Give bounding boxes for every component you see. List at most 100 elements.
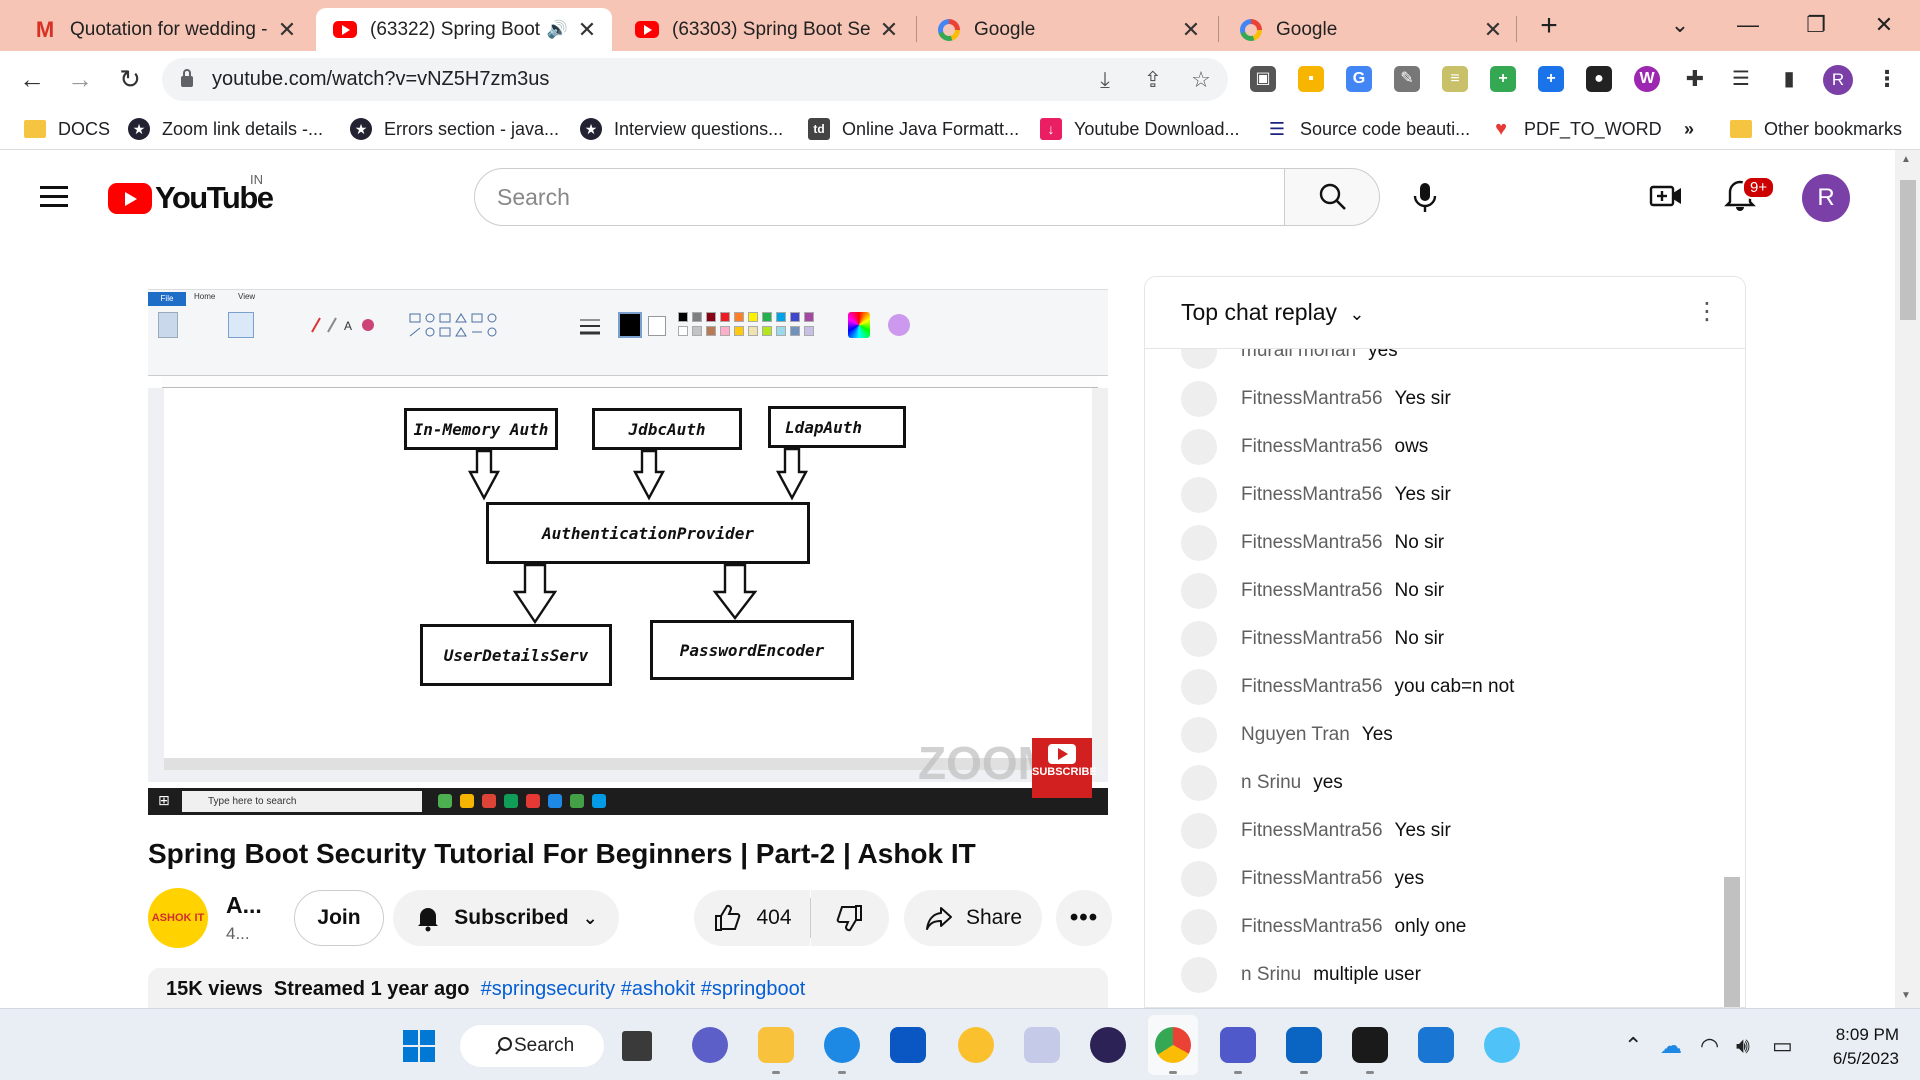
join-button[interactable]: Join [294, 890, 384, 946]
windows-start-icon[interactable] [402, 1029, 436, 1063]
snipping-tool-icon[interactable] [1024, 1027, 1060, 1063]
chat-author-avatar[interactable] [1181, 717, 1217, 753]
chat-author-avatar[interactable] [1181, 525, 1217, 561]
new-tab-button[interactable]: + [1530, 10, 1568, 44]
reload-button[interactable]: ↻ [112, 61, 148, 97]
battery-icon[interactable]: ▭ [1772, 1033, 1793, 1059]
chrome-icon[interactable] [1155, 1027, 1191, 1074]
close-tab-icon[interactable]: ✕ [1180, 17, 1202, 43]
bookmark-errors-section[interactable]: ★ Errors section - java... [350, 115, 559, 143]
close-tab-icon[interactable]: ✕ [878, 17, 900, 43]
bookmark-zoom-link[interactable]: ★ Zoom link details -... [128, 115, 323, 143]
more-actions-button[interactable]: ••• [1056, 890, 1112, 946]
bookmarks-overflow-button[interactable]: » [1684, 115, 1694, 143]
extensions-puzzle-icon[interactable]: ✚ [1682, 66, 1708, 92]
close-tab-icon[interactable]: ✕ [276, 17, 298, 43]
extension-icon[interactable]: ▪ [1298, 66, 1324, 92]
paint-icon[interactable] [1484, 1027, 1520, 1063]
onedrive-cloud-icon[interactable]: ☁ [1660, 1033, 1682, 1059]
scroll-up-arrow-icon[interactable]: ▲ [1901, 154, 1911, 165]
chat-author-avatar[interactable] [1181, 477, 1217, 513]
bookmark-youtube-download[interactable]: ↓ Youtube Download... [1040, 115, 1239, 143]
chat-message[interactable]: FitnessMantra56 ows [1181, 427, 1428, 467]
taskbar-search-button[interactable]: Search [460, 1025, 604, 1067]
chat-message[interactable]: n Srinu multiple user [1181, 955, 1421, 995]
extension-icon[interactable]: ≡ [1442, 66, 1468, 92]
speaker-icon[interactable]: 🔊 [547, 20, 568, 40]
youtube-logo[interactable]: YouTube IN [108, 172, 274, 216]
chat-message[interactable]: FitnessMantra56 No sir [1181, 571, 1444, 611]
weather-icon[interactable] [958, 1027, 994, 1063]
scroll-down-arrow-icon[interactable]: ▼ [1901, 990, 1911, 1001]
chat-author-avatar[interactable] [1181, 573, 1217, 609]
webex-icon[interactable] [1352, 1027, 1388, 1074]
chrome-profile-avatar[interactable]: R [1823, 65, 1853, 95]
channel-name[interactable]: A... [226, 892, 262, 919]
eclipse-icon[interactable] [1090, 1027, 1126, 1063]
clock-date[interactable]: 6/5/2023 [1815, 1049, 1899, 1069]
teams-chat-icon[interactable] [692, 1027, 728, 1063]
browser-tab-google-2[interactable]: Google ✕ [1222, 8, 1518, 51]
bookmark-pdf-to-word[interactable]: ♥ PDF_TO_WORD [1490, 115, 1662, 143]
share-page-icon[interactable]: ⇪ [1140, 67, 1166, 93]
browser-tab-gmail[interactable]: M Quotation for wedding - r ✕ [16, 8, 312, 51]
microsoft-store-icon[interactable] [890, 1027, 926, 1063]
back-button[interactable]: ← [14, 61, 50, 97]
extension-icon[interactable]: + [1490, 66, 1516, 92]
chat-scrollbar[interactable] [1724, 877, 1740, 1007]
chat-message[interactable]: n Srinu yes [1181, 763, 1343, 803]
chat-message[interactable]: Nguyen Tran Yes [1181, 715, 1393, 755]
extension-icon[interactable]: ▣ [1250, 66, 1276, 92]
browser-tab-youtube-2[interactable]: (63303) Spring Boot Secu ✕ [618, 8, 914, 51]
photos-icon[interactable] [1418, 1027, 1454, 1063]
dislike-button[interactable] [811, 890, 889, 946]
teams-icon[interactable] [1220, 1027, 1256, 1074]
account-avatar[interactable]: R [1802, 174, 1850, 222]
chat-message[interactable]: FitnessMantra56 No sir [1181, 619, 1444, 659]
chat-author-avatar[interactable] [1181, 669, 1217, 705]
browser-tab-youtube-active[interactable]: (63322) Spring Boot S 🔊 ✕ [316, 8, 612, 51]
menu-icon[interactable] [40, 186, 68, 208]
chat-author-avatar[interactable] [1181, 429, 1217, 465]
restore-button[interactable]: ❐ [1796, 8, 1836, 42]
voice-search-button[interactable] [1402, 174, 1448, 220]
other-bookmarks[interactable]: Other bookmarks [1730, 115, 1902, 143]
browser-tab-google-1[interactable]: Google ✕ [920, 8, 1216, 51]
search-input[interactable] [475, 169, 1284, 225]
extension-icon[interactable]: ● [1586, 66, 1612, 92]
wifi-icon[interactable]: ◠ [1700, 1033, 1719, 1059]
close-tab-icon[interactable]: ✕ [1482, 17, 1504, 43]
chat-message[interactable]: FitnessMantra56 only one [1181, 907, 1466, 947]
chat-author-avatar[interactable] [1181, 813, 1217, 849]
minimize-button[interactable]: — [1728, 8, 1768, 42]
chrome-menu-icon[interactable]: ⋮ [1874, 66, 1900, 92]
close-window-button[interactable]: ✕ [1864, 8, 1904, 42]
translate-extension-icon[interactable]: G [1346, 66, 1372, 92]
extension-icon[interactable]: + [1538, 66, 1564, 92]
chat-author-avatar[interactable] [1181, 909, 1217, 945]
hashtags[interactable]: #springsecurity #ashokit #springboot [481, 978, 806, 1000]
like-button[interactable]: 404 [694, 890, 810, 946]
chat-message[interactable]: FitnessMantra56 No sir [1181, 523, 1444, 563]
bookmark-java-formatter[interactable]: td Online Java Formatt... [808, 115, 1019, 143]
chat-message[interactable]: FitnessMantra56 Yes sir [1181, 811, 1451, 851]
clock-time[interactable]: 8:09 PM [1825, 1025, 1899, 1045]
install-app-icon[interactable]: ⤓ [1092, 67, 1118, 93]
chat-message[interactable]: FitnessMantra56 Yes sir [1181, 379, 1451, 419]
search-button[interactable] [1284, 168, 1380, 226]
chat-author-avatar[interactable] [1181, 381, 1217, 417]
media-control-icon[interactable]: ☰ [1728, 66, 1754, 92]
create-button[interactable] [1648, 178, 1684, 214]
page-scrollbar-thumb[interactable] [1900, 180, 1916, 320]
chat-more-icon[interactable]: ⋮ [1695, 297, 1719, 327]
chat-message[interactable]: FitnessMantra56 Yes sir [1181, 475, 1451, 515]
video-player[interactable]: File Home View A In-Memory Auth JdbcAuth… [148, 276, 1108, 815]
bookmark-source-beautifier[interactable]: ☰ Source code beauti... [1266, 115, 1470, 143]
bookmark-docs[interactable]: DOCS [24, 115, 110, 143]
chat-message[interactable]: FitnessMantra56 you cab=n not [1181, 667, 1514, 707]
volume-icon[interactable]: 🔊︎ [1736, 1033, 1750, 1059]
task-view-icon[interactable] [622, 1031, 652, 1061]
outlook-icon[interactable] [1286, 1027, 1322, 1074]
chat-author-avatar[interactable] [1181, 621, 1217, 657]
description-box[interactable]: 15K views Streamed 1 year ago #springsec… [148, 968, 1108, 1008]
